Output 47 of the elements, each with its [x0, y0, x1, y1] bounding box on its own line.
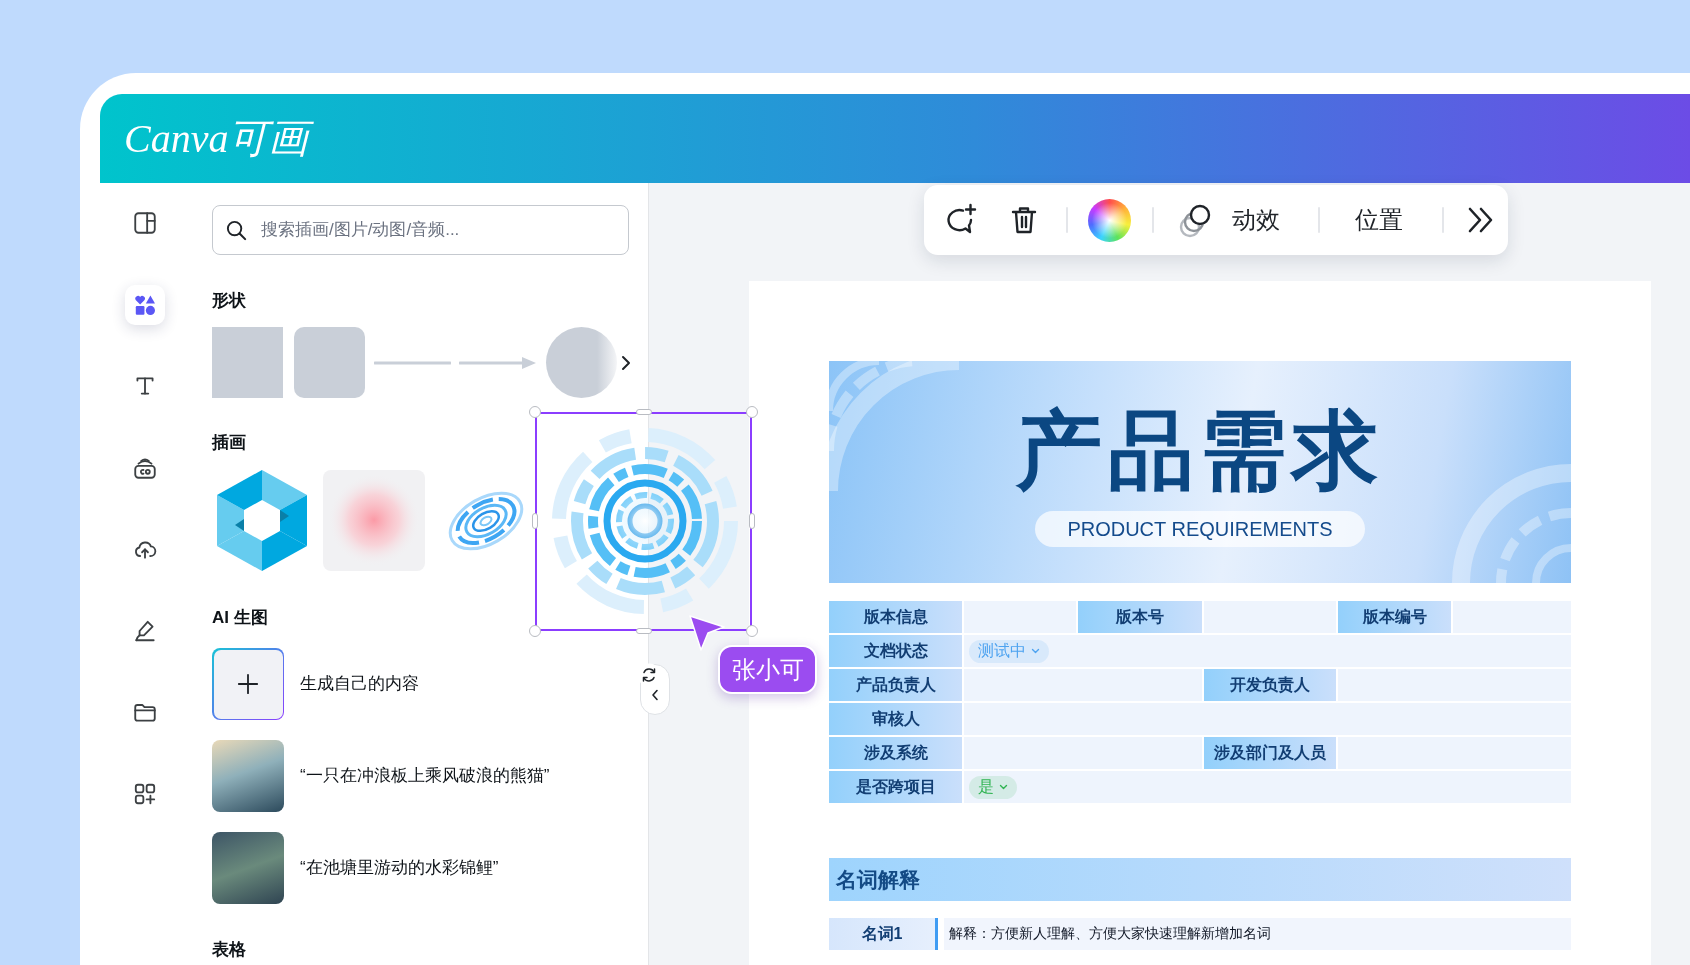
- search-field[interactable]: 搜索插画/图片/动图/音频...: [212, 205, 629, 255]
- create-label[interactable]: 生成自己的内容: [300, 671, 419, 697]
- table-header-cell: 是否跨项目: [829, 771, 962, 803]
- hexagon-illustration[interactable]: [217, 470, 307, 571]
- collaborator-name-label: 张小可: [718, 645, 817, 694]
- table-header-cell: 产品负责人: [829, 669, 962, 701]
- section-header: 名词解释: [829, 858, 1571, 901]
- table-header-cell: 版本信息: [829, 601, 962, 633]
- search-icon: [225, 219, 248, 242]
- term-cell: 名词1: [829, 918, 938, 950]
- chevron-left-icon: [651, 689, 659, 701]
- table-header-cell: 文档状态: [829, 635, 962, 667]
- prompt-label[interactable]: “在池塘里游动的水彩锦鲤”: [300, 855, 499, 881]
- table-header-cell: 版本编号: [1338, 601, 1451, 633]
- photo-placeholder[interactable]: [212, 740, 284, 812]
- sidebar-tab[interactable]: [125, 284, 165, 325]
- definition-cell: 解释：方便新人理解、方便大家快速理解新增加名词: [944, 918, 1571, 950]
- document-title: 产品需求: [1016, 405, 1384, 495]
- double-chevron-icon[interactable]: [1467, 206, 1494, 234]
- resize-handle[interactable]: [529, 405, 541, 418]
- table-header-cell: 版本号: [1078, 601, 1202, 633]
- chevron-right-icon[interactable]: [621, 354, 631, 371]
- prompt-label[interactable]: “一只在冲浪板上乘风破浪的熊猫”: [300, 763, 550, 789]
- layout-icon: [132, 210, 158, 236]
- resize-handle[interactable]: [529, 624, 541, 637]
- chevron-down-icon: [1031, 648, 1040, 654]
- plus-icon: [237, 673, 259, 695]
- animate-button[interactable]: 动效: [1178, 202, 1280, 238]
- chevron-down-icon: [999, 784, 1008, 790]
- position-button[interactable]: 位置: [1355, 208, 1403, 232]
- table-header-cell: 开发负责人: [1204, 669, 1336, 701]
- resize-handle[interactable]: [532, 512, 538, 529]
- subtitle-pill: PRODUCT REQUIREMENTS: [1035, 511, 1365, 547]
- table-header-cell: 涉及系统: [829, 737, 962, 769]
- line-shape[interactable]: [374, 360, 451, 365]
- cursor-icon: [688, 614, 726, 652]
- table-header-cell: 审核人: [829, 703, 962, 735]
- glow-tile-illustration[interactable]: [323, 470, 425, 571]
- create-button[interactable]: [212, 648, 284, 720]
- arrow-shape[interactable]: [459, 355, 536, 370]
- section-title: AI 生图: [212, 607, 269, 629]
- photo-placeholder[interactable]: [212, 832, 284, 904]
- color-wheel-icon[interactable]: [1088, 198, 1131, 242]
- section-title: 表格: [212, 939, 247, 961]
- section-title: 形状: [212, 290, 247, 312]
- section-title: 插画: [212, 432, 247, 454]
- table-header-cell: 涉及部门及人员: [1204, 737, 1336, 769]
